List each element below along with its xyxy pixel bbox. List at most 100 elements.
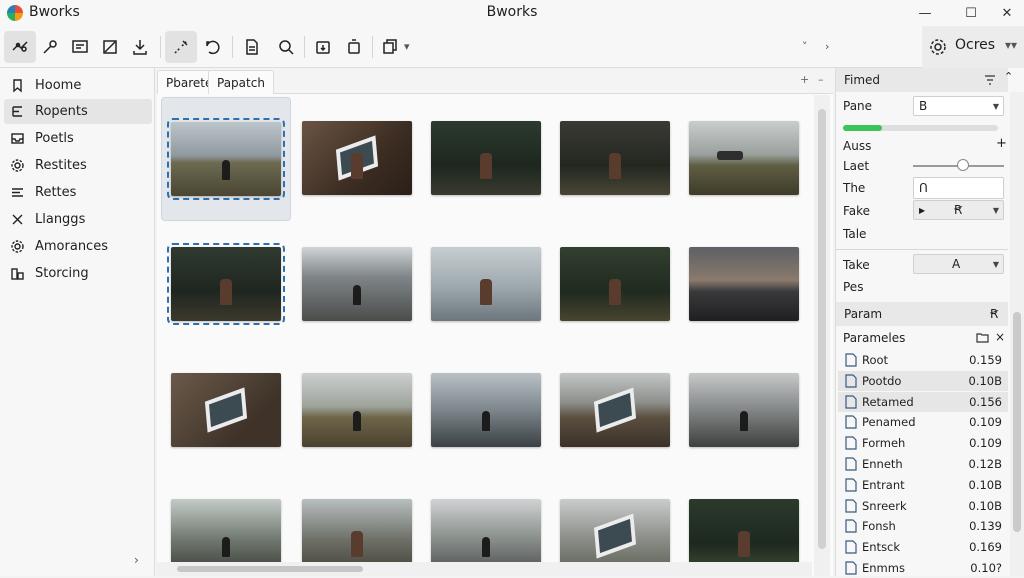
export-tool-button[interactable] xyxy=(124,31,156,63)
picture-frame-shape xyxy=(593,387,637,433)
sidebar-collapse-chevron[interactable]: › xyxy=(134,553,139,567)
search-icon xyxy=(279,40,294,55)
sidebar-item-restites[interactable]: Restites xyxy=(4,153,152,178)
sidebar-item-storcing[interactable]: Storcing xyxy=(4,261,152,286)
photo-thumbnail xyxy=(431,121,541,195)
photo-thumbnail xyxy=(431,247,541,321)
thumbnail-cell[interactable] xyxy=(161,223,291,347)
ocres-button[interactable]: Ocres ▾▾ xyxy=(922,26,1024,68)
layers-dropdown[interactable]: ▾ xyxy=(404,40,410,53)
nav-prev-button[interactable]: ˅ xyxy=(802,40,808,53)
sidebar-item-label: Amorances xyxy=(35,239,108,254)
file-icon xyxy=(845,540,857,554)
thumbnail-cell[interactable] xyxy=(679,349,809,473)
thumbnail-cell[interactable] xyxy=(421,349,551,473)
thumbnail-cell[interactable] xyxy=(679,475,809,565)
tab-minimize-button[interactable]: – xyxy=(818,73,824,86)
thumbnail-cell[interactable] xyxy=(550,97,680,221)
tab-add-button[interactable]: + xyxy=(800,73,809,86)
param-row[interactable]: Formeh 0.109 xyxy=(838,433,1008,453)
sidebar-item-poetls[interactable]: Poetls xyxy=(4,126,152,151)
param-row[interactable]: Entsck 0.169 xyxy=(838,537,1008,557)
param-row[interactable]: Enneth 0.12B xyxy=(838,454,1008,474)
scroll-thumb[interactable] xyxy=(177,566,363,572)
minimize-button[interactable]: — xyxy=(902,0,948,26)
chevron-down-icon: ▼ xyxy=(992,205,999,215)
layers-button[interactable] xyxy=(374,31,406,63)
slider-knob[interactable] xyxy=(957,159,970,171)
thumbnail-cell[interactable] xyxy=(292,349,422,473)
person-silhouette xyxy=(220,279,232,305)
ocres-settings-button[interactable] xyxy=(922,31,954,63)
sidebar-item-amorances[interactable]: Amorances xyxy=(4,234,152,259)
person-silhouette xyxy=(738,531,750,557)
sidebar-item-ropents[interactable]: Ropents xyxy=(4,99,152,124)
collapse-icon[interactable]: ⌃ xyxy=(1004,70,1013,83)
thumbnail-cell[interactable] xyxy=(292,223,422,347)
filter-icon[interactable] xyxy=(984,74,996,86)
layers-icon xyxy=(383,39,397,54)
param-row[interactable]: Pootdo 0.10B xyxy=(838,370,1008,391)
crop-tool-button[interactable] xyxy=(94,31,126,63)
take-select[interactable]: A ▼ xyxy=(913,254,1004,274)
param-name: Root xyxy=(862,353,889,367)
thumbnail-cell[interactable] xyxy=(550,475,680,565)
progress-fill xyxy=(843,125,882,131)
tab-papatch[interactable]: Papatch xyxy=(208,70,274,94)
grid-vertical-scrollbar[interactable] xyxy=(814,95,830,576)
param-row[interactable]: Root 0.159 xyxy=(838,350,1008,370)
params-close-button[interactable]: × xyxy=(995,330,1005,344)
the-input[interactable]: Ո xyxy=(913,177,1004,199)
wrench-tool-button[interactable] xyxy=(34,31,66,63)
toolbar-separator xyxy=(372,36,373,58)
thumbnail-cell[interactable] xyxy=(679,97,809,221)
person-silhouette xyxy=(222,160,230,180)
fake-select[interactable]: ▶ Ꞧ ▼ xyxy=(913,200,1004,220)
grid-horizontal-scrollbar[interactable] xyxy=(157,562,812,576)
export-icon xyxy=(133,40,147,55)
scroll-thumb[interactable] xyxy=(818,109,826,549)
nav-next-button[interactable]: › xyxy=(825,40,829,53)
thumbnail-cell[interactable] xyxy=(679,223,809,347)
laet-label: Laet xyxy=(843,159,870,173)
brush-tool-button[interactable] xyxy=(165,31,197,63)
param-row[interactable]: Snreerk 0.10B xyxy=(838,496,1008,516)
thumbnail-cell[interactable] xyxy=(161,475,291,565)
thumbnail-cell[interactable] xyxy=(421,97,551,221)
thumbnail-cell[interactable] xyxy=(421,475,551,565)
ocres-more-button[interactable]: ▾▾ xyxy=(1005,38,1017,52)
panel-scrollbar[interactable] xyxy=(1010,92,1024,576)
file-icon xyxy=(845,519,857,533)
folder-icon[interactable] xyxy=(976,332,989,343)
thumbnail-cell[interactable] xyxy=(421,223,551,347)
search-button[interactable] xyxy=(270,31,302,63)
thumbnail-cell[interactable] xyxy=(550,349,680,473)
thumbnail-cell[interactable] xyxy=(161,349,291,473)
sidebar-item-rettes[interactable]: Rettes xyxy=(4,180,152,205)
undo-button[interactable] xyxy=(197,31,229,63)
param-row[interactable]: Entrant 0.10B xyxy=(838,475,1008,495)
scroll-thumb[interactable] xyxy=(1013,312,1021,532)
transform-tool-button[interactable] xyxy=(4,31,36,63)
param-row[interactable]: Enmms 0.10? xyxy=(838,558,1008,578)
laet-slider[interactable] xyxy=(913,159,1004,171)
document-button[interactable] xyxy=(236,31,268,63)
thumbnail-cell[interactable] xyxy=(550,223,680,347)
param-header-icon[interactable]: Ꞧ xyxy=(990,307,998,321)
thumbnail-cell[interactable] xyxy=(161,97,291,221)
image-tool-button[interactable] xyxy=(64,31,96,63)
rotate-button[interactable] xyxy=(338,31,370,63)
param-row[interactable]: Fonsh 0.139 xyxy=(838,516,1008,536)
param-row[interactable]: Penamed 0.109 xyxy=(838,412,1008,432)
pane-select[interactable]: B ▼ xyxy=(913,96,1004,116)
param-row[interactable]: Retamed 0.156 xyxy=(838,391,1008,412)
sidebar-item-hoome[interactable]: Hoome xyxy=(4,73,152,98)
thumbnail-cell[interactable] xyxy=(292,475,422,565)
thumbnail-cell[interactable] xyxy=(292,97,422,221)
photo-thumbnail xyxy=(302,373,412,447)
close-button[interactable]: ✕ xyxy=(984,0,1024,26)
sidebar-item-llanggs[interactable]: Llanggs xyxy=(4,207,152,232)
import-button[interactable] xyxy=(307,31,339,63)
add-button[interactable]: + xyxy=(996,136,1007,151)
gear-icon xyxy=(11,240,24,253)
